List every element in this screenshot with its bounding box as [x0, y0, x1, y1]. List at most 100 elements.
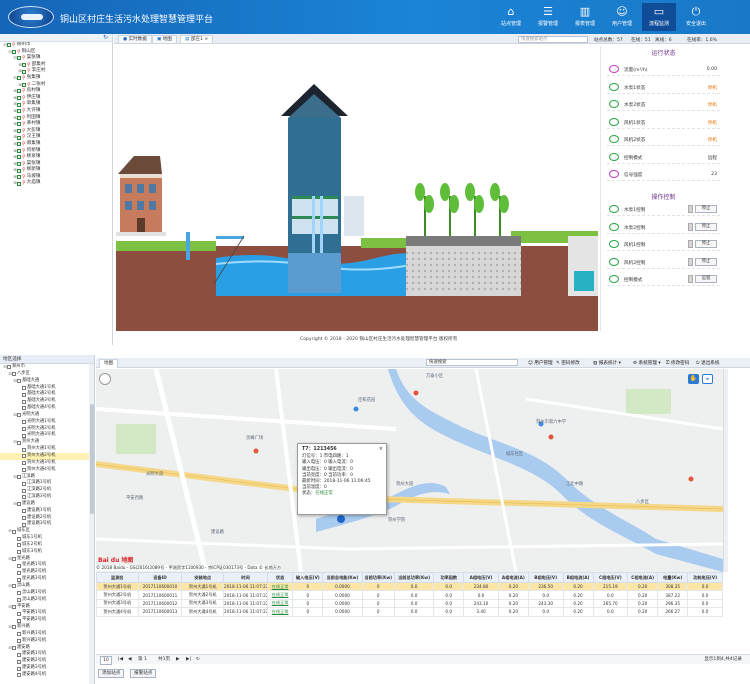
checkbox[interactable] — [17, 135, 21, 140]
tree-node[interactable]: ⊟ ⚲ 张集镇 — [0, 75, 112, 82]
locate-icon[interactable]: ⌖ — [702, 374, 713, 384]
device-tree-node[interactable]: ⊟ 郑州市 — [0, 364, 94, 371]
refresh-icon[interactable]: ↻ — [196, 655, 200, 664]
device-tree-node[interactable]: 江滨路2号机 — [0, 487, 94, 494]
checkbox[interactable] — [17, 666, 21, 671]
toggle-switch[interactable] — [688, 240, 693, 248]
checkbox[interactable] — [17, 474, 21, 479]
control-button[interactable]: 远程 — [695, 275, 717, 283]
checkbox[interactable] — [17, 543, 21, 548]
alarm-site-button[interactable]: 报警站点 — [130, 669, 157, 678]
column-header[interactable]: 监测名 — [96, 572, 139, 583]
checkbox[interactable] — [17, 76, 21, 81]
checkbox[interactable] — [22, 385, 26, 390]
status-cell[interactable]: 在线正常 — [266, 581, 294, 592]
tree-node[interactable]: ⊞ ⚲ 大庙镇 — [0, 180, 112, 187]
nav-chart-button[interactable]: ▥ 报表管理 — [568, 3, 602, 31]
tree-node[interactable]: ⊞ ⚲ 大彭镇 — [0, 128, 112, 135]
tree-node[interactable]: ⊟ ⚲ 徐州市 — [0, 42, 112, 49]
checkbox[interactable] — [17, 502, 21, 507]
tree-node[interactable]: ⊞ ⚲ 李庄村 — [0, 68, 112, 75]
map-view[interactable]: 万泰小区 佳和花园 贺州市第六中学 城东社区 贺州大道 灵峰广场 平安西路 贺州学院 江北中路建… — [96, 369, 723, 572]
column-header[interactable]: 状态 — [266, 572, 294, 583]
nav-building-button[interactable]: ⌂ 站点管理 — [494, 3, 528, 31]
device-tree-node[interactable]: 星光路1号机 — [0, 562, 94, 569]
device-marker[interactable] — [337, 515, 345, 523]
checkbox[interactable] — [22, 392, 26, 397]
checkbox[interactable] — [17, 598, 21, 603]
table-row[interactable]: 贺州大通2号机 2017110600011 贺州大通2号机 2018-11-06 11… — [96, 590, 723, 600]
device-tree-node[interactable]: 建设路3号机 — [0, 521, 94, 528]
tree-node[interactable]: ⊞ ⚲ 二张村 — [0, 82, 112, 89]
toggle-switch[interactable] — [688, 275, 693, 283]
checkbox[interactable] — [7, 43, 11, 48]
device-tree-node[interactable]: 星光路2号机 — [0, 569, 94, 576]
device-tree-node[interactable]: 新兴路2号机 — [0, 638, 94, 645]
checkbox[interactable] — [17, 570, 21, 575]
column-header[interactable]: 功耗电压(V) — [687, 572, 723, 583]
tool-exit-button[interactable]: ⏻ 退出系统 — [696, 360, 720, 366]
column-header[interactable]: B相电压(V) — [527, 572, 564, 583]
tab-site[interactable]: ▤ 邵庄1 × — [180, 35, 214, 43]
add-site-button[interactable]: 添加站点 — [98, 669, 125, 678]
refresh-icon[interactable]: ↻ — [103, 34, 108, 41]
device-tree-node[interactable]: ⊟ 城东区 — [0, 528, 94, 535]
nav-database-button[interactable]: ☰ 报警管理 — [531, 3, 565, 31]
device-tree-node[interactable]: 建安路3号机 — [0, 665, 94, 672]
tool-lock-button[interactable]: ⚿ 修改密码 — [666, 360, 689, 366]
checkbox[interactable] — [17, 550, 21, 555]
poi-marker[interactable] — [548, 434, 554, 440]
status-cell[interactable]: 在线正常 — [266, 590, 294, 600]
checkbox[interactable] — [12, 584, 16, 589]
checkbox[interactable] — [12, 49, 16, 54]
checkbox[interactable] — [22, 427, 26, 432]
tool-chart-button[interactable]: ▥ 报表统计 ▾ — [593, 360, 621, 366]
hand-tool-icon[interactable]: ✋ — [688, 374, 699, 384]
checkbox[interactable] — [17, 577, 21, 582]
device-tree-node[interactable]: 城东1号机 — [0, 535, 94, 542]
device-tree-node[interactable]: ⊟ 平安路 — [0, 604, 94, 611]
checkbox[interactable] — [7, 365, 11, 370]
checkbox[interactable] — [22, 461, 26, 466]
tree-node[interactable]: ⊞ ⚲ 马坡镇 — [0, 174, 112, 181]
control-button[interactable]: 停止 — [695, 205, 717, 213]
device-tree-node[interactable]: ⊟ 新兴路 — [0, 624, 94, 631]
device-tree-node[interactable]: 城东2号机 — [0, 542, 94, 549]
status-cell[interactable]: 在线正常 — [266, 607, 294, 617]
checkbox[interactable] — [12, 604, 16, 609]
device-tree-node[interactable]: ⊟ 星光路 — [0, 556, 94, 563]
device-tree-node[interactable]: 贺州大通4号机 — [0, 467, 94, 474]
checkbox[interactable] — [22, 488, 26, 493]
poi-marker[interactable] — [413, 390, 419, 396]
checkbox[interactable] — [17, 102, 21, 107]
checkbox[interactable] — [22, 468, 26, 473]
tool-pencil-button[interactable]: ✎ 密码修改 — [556, 360, 580, 366]
device-tree-node[interactable]: ⊟ 建安路 — [0, 645, 94, 652]
device-tree-node[interactable]: ⊟ 八步区 — [0, 371, 94, 378]
column-header[interactable]: A相电流(A) — [497, 572, 529, 583]
checkbox[interactable] — [17, 181, 21, 186]
control-button[interactable]: 停止 — [695, 240, 717, 248]
page-input[interactable]: 第 1 — [138, 655, 147, 664]
tree-node[interactable]: ⊞ ⚲ 伊庄镇 — [0, 95, 112, 102]
checkbox[interactable] — [17, 129, 21, 134]
map-scrollbar[interactable] — [723, 369, 728, 572]
device-tree-node[interactable]: 光明大通1号机 — [0, 419, 94, 426]
checkbox[interactable] — [22, 515, 26, 520]
device-tree-node[interactable]: 建设路1号机 — [0, 508, 94, 515]
checkbox[interactable] — [17, 155, 21, 160]
checkbox[interactable] — [17, 659, 21, 664]
device-tree-node[interactable]: 星光路3号机 — [0, 576, 94, 583]
column-header[interactable]: 安装地点 — [181, 572, 225, 583]
device-tree-node[interactable]: ⊟ 建设路 — [0, 501, 94, 508]
checkbox[interactable] — [17, 56, 21, 61]
checkbox[interactable] — [17, 618, 21, 623]
checkbox[interactable] — [12, 625, 16, 630]
checkbox[interactable] — [22, 63, 26, 68]
device-tree-node[interactable]: 贺州大通3号机 — [0, 460, 94, 467]
device-tree-node[interactable]: 城东3号机 — [0, 549, 94, 556]
column-header[interactable]: 电量(Kw) — [657, 572, 689, 583]
column-header[interactable]: A相电压(V) — [463, 572, 499, 583]
column-header[interactable]: 功率因数 — [433, 572, 465, 583]
checkbox[interactable] — [22, 481, 26, 486]
